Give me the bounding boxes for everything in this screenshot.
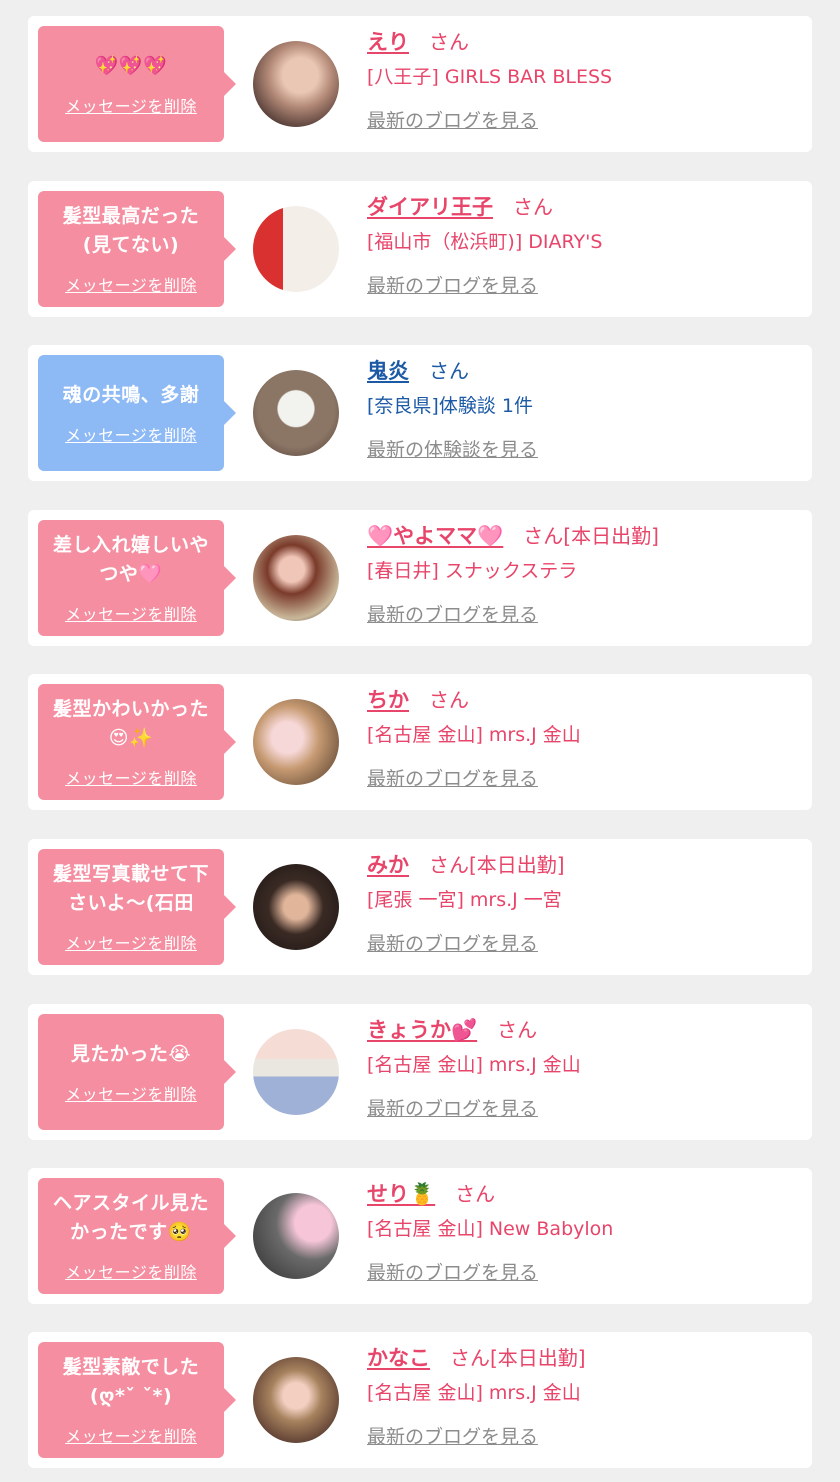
latest-blog-link[interactable]: 最新のブログを見る xyxy=(367,1422,538,1449)
user-name-link[interactable]: ちか xyxy=(367,684,409,714)
delete-message-link[interactable]: メッセージを削除 xyxy=(65,272,197,296)
user-name-link[interactable]: ダイアリ王子 xyxy=(367,191,493,221)
delete-message-link[interactable]: メッセージを削除 xyxy=(65,1423,197,1447)
message-bubble: 髪型写真載せて下 さいよ〜(石田 メッセージを削除 xyxy=(38,849,236,965)
message-text: 髪型かわいかった 😍✨ xyxy=(52,698,209,749)
shop-info: [名古屋 金山] New Babylon xyxy=(367,1218,614,1240)
honorific: さん xyxy=(455,1182,496,1206)
delete-message-link[interactable]: メッセージを削除 xyxy=(65,1081,197,1105)
message-text: 差し入れ嬉しいや つや🩷 xyxy=(52,534,209,585)
avatar[interactable] xyxy=(253,864,339,950)
user-name-link[interactable]: せり🍍 xyxy=(367,1178,435,1208)
latest-blog-link[interactable]: 最新のブログを見る xyxy=(367,271,538,298)
shop-info: [名古屋 金山] mrs.J 金山 xyxy=(367,1054,581,1076)
message-card: 見たかった😭 メッセージを削除 きょうか💕 さん [名古屋 金山] mrs.J … xyxy=(28,1004,812,1140)
avatar[interactable] xyxy=(253,206,339,292)
message-bubble: 差し入れ嬉しいや つや🩷 メッセージを削除 xyxy=(38,520,236,636)
honorific: さん[本日出勤] xyxy=(523,524,659,548)
message-text: 💖💖💖 xyxy=(94,54,168,77)
user-name-link[interactable]: かなこ xyxy=(367,1342,430,1372)
message-bubble: ヘアスタイル見た かったです🥺 メッセージを削除 xyxy=(38,1178,236,1294)
message-card: 髪型最高だった (見てない) メッセージを削除 ダイアリ王子 さん [福山市（松… xyxy=(28,181,812,317)
message-card: 髪型素敵でした (ღ*ˇ ˇ*) メッセージを削除 かなこ さん[本日出勤] [… xyxy=(28,1332,812,1468)
message-card: 差し入れ嬉しいや つや🩷 メッセージを削除 🩷やよママ🩷 さん[本日出勤] [春… xyxy=(28,510,812,646)
message-bubble: 髪型素敵でした (ღ*ˇ ˇ*) メッセージを削除 xyxy=(38,1342,236,1458)
user-name-link[interactable]: みか xyxy=(367,849,409,879)
shop-info: [春日井] スナックステラ xyxy=(367,560,578,582)
latest-blog-link[interactable]: 最新のブログを見る xyxy=(367,1258,538,1285)
message-bubble: 髪型かわいかった 😍✨ メッセージを削除 xyxy=(38,684,236,800)
message-bubble: 魂の共鳴、多謝 メッセージを削除 xyxy=(38,355,236,471)
message-card: 魂の共鳴、多謝 メッセージを削除 鬼炎 さん [奈良県]体験談 1件 最新の体験… xyxy=(28,345,812,481)
avatar[interactable] xyxy=(253,1193,339,1279)
avatar[interactable] xyxy=(253,370,339,456)
honorific: さん xyxy=(429,359,469,383)
shop-info: [名古屋 金山] mrs.J 金山 xyxy=(367,724,581,746)
message-bubble: 髪型最高だった (見てない) メッセージを削除 xyxy=(38,191,236,307)
shop-info: [尾張 一宮] mrs.J 一宮 xyxy=(367,889,562,911)
avatar[interactable] xyxy=(253,1029,339,1115)
user-name-link[interactable]: きょうか💕 xyxy=(367,1014,477,1044)
user-name-link[interactable]: 鬼炎 xyxy=(367,355,409,385)
avatar[interactable] xyxy=(253,699,339,785)
honorific: さん xyxy=(513,195,553,219)
shop-info: [福山市（松浜町)] DIARY'S xyxy=(367,231,603,253)
latest-blog-link[interactable]: 最新のブログを見る xyxy=(367,1094,538,1121)
delete-message-link[interactable]: メッセージを削除 xyxy=(65,93,197,117)
message-text: 髪型素敵でした (ღ*ˇ ˇ*) xyxy=(62,1356,200,1407)
message-text: 魂の共鳴、多謝 xyxy=(62,383,200,406)
user-name-link[interactable]: えり xyxy=(367,26,409,56)
delete-message-link[interactable]: メッセージを削除 xyxy=(65,765,197,789)
avatar[interactable] xyxy=(253,41,339,127)
message-bubble: 💖💖💖 メッセージを削除 xyxy=(38,26,236,142)
latest-blog-link[interactable]: 最新のブログを見る xyxy=(367,764,538,791)
latest-blog-link[interactable]: 最新のブログを見る xyxy=(367,106,538,133)
message-card: 髪型写真載せて下 さいよ〜(石田 メッセージを削除 みか さん[本日出勤] [尾… xyxy=(28,839,812,975)
message-list: 💖💖💖 メッセージを削除 えり さん [八王子] GIRLS BAR BLESS… xyxy=(0,0,840,1482)
shop-info: [奈良県]体験談 1件 xyxy=(367,395,533,417)
user-name-link[interactable]: 🩷やよママ🩷 xyxy=(367,520,503,550)
avatar[interactable] xyxy=(253,535,339,621)
latest-blog-link[interactable]: 最新のブログを見る xyxy=(367,929,538,956)
message-card: ヘアスタイル見た かったです🥺 メッセージを削除 せり🍍 さん [名古屋 金山]… xyxy=(28,1168,812,1304)
message-text: 髪型写真載せて下 さいよ〜(石田 xyxy=(52,863,209,914)
honorific: さん xyxy=(429,30,469,54)
delete-message-link[interactable]: メッセージを削除 xyxy=(65,930,197,954)
latest-blog-link[interactable]: 最新のブログを見る xyxy=(367,600,538,627)
delete-message-link[interactable]: メッセージを削除 xyxy=(65,422,197,446)
delete-message-link[interactable]: メッセージを削除 xyxy=(65,601,197,625)
latest-report-link[interactable]: 最新の体験談を見る xyxy=(367,435,538,462)
avatar[interactable] xyxy=(253,1357,339,1443)
shop-info: [八王子] GIRLS BAR BLESS xyxy=(367,66,613,88)
message-text: 見たかった😭 xyxy=(70,1042,192,1065)
honorific: さん[本日出勤] xyxy=(429,853,565,877)
message-bubble: 見たかった😭 メッセージを削除 xyxy=(38,1014,236,1130)
message-text: 髪型最高だった (見てない) xyxy=(62,205,200,256)
honorific: さん xyxy=(497,1018,538,1042)
honorific: さん[本日出勤] xyxy=(450,1346,586,1370)
message-card: 💖💖💖 メッセージを削除 えり さん [八王子] GIRLS BAR BLESS… xyxy=(28,16,812,152)
message-text: ヘアスタイル見た かったです🥺 xyxy=(52,1192,209,1243)
delete-message-link[interactable]: メッセージを削除 xyxy=(65,1259,197,1283)
honorific: さん xyxy=(429,688,469,712)
message-card: 髪型かわいかった 😍✨ メッセージを削除 ちか さん [名古屋 金山] mrs.… xyxy=(28,674,812,810)
shop-info: [名古屋 金山] mrs.J 金山 xyxy=(367,1382,581,1404)
